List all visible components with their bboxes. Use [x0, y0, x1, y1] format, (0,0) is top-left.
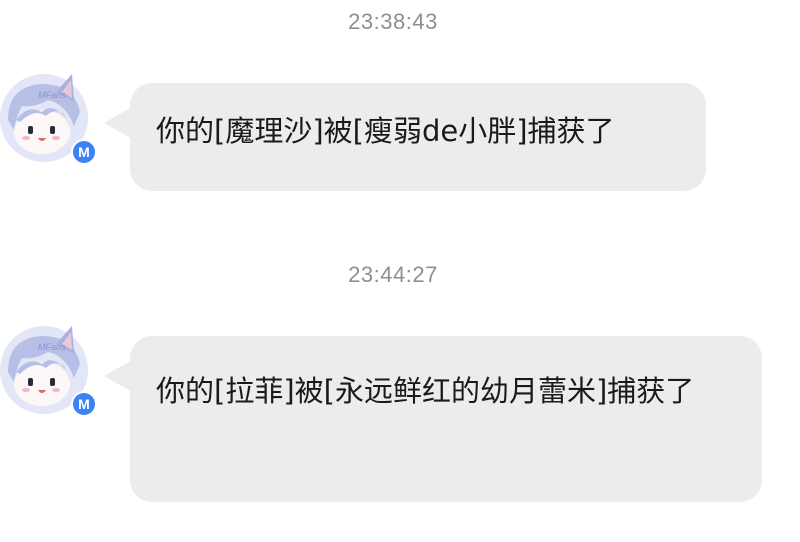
avatar[interactable]: MFans M: [0, 320, 97, 422]
avatar-caption: MFans: [38, 342, 66, 352]
anime-girl-avatar-icon: MFans M: [0, 326, 97, 417]
chat-view: 23:38:43 MFans M 你的[魔理沙]被[瘦弱de小胖]捕获了 23:…: [0, 0, 800, 542]
message-bubble[interactable]: 你的[拉菲]被[永远鲜红的幼月蕾米]捕获了: [104, 336, 762, 502]
anime-girl-avatar-icon: MFans M: [0, 74, 97, 165]
message-timestamp: 23:38:43: [348, 9, 438, 34]
message-bubble[interactable]: 你的[魔理沙]被[瘦弱de小胖]捕获了: [104, 83, 706, 191]
avatar-caption: MFans: [38, 90, 66, 100]
badge-label: M: [78, 144, 90, 160]
message-text: 你的[魔理沙]被[瘦弱de小胖]捕获了: [156, 114, 615, 148]
avatar[interactable]: MFans M: [0, 68, 97, 170]
badge-label: M: [78, 396, 90, 412]
message-timestamp: 23:44:27: [348, 262, 438, 287]
message-text: 你的[拉菲]被[永远鲜红的幼月蕾米]捕获了: [156, 374, 695, 408]
